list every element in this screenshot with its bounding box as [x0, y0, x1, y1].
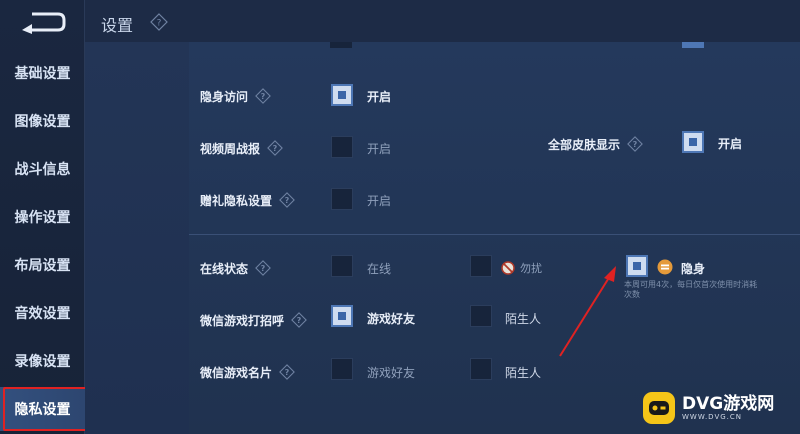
svg-text:?: ?	[285, 196, 290, 205]
svg-text:?: ?	[261, 92, 266, 101]
gift-privacy-option: 开启	[367, 194, 392, 208]
wechat-greeting-friends-radio[interactable]	[331, 305, 353, 327]
sidebar-item-basic[interactable]: 基础设置	[0, 51, 85, 95]
all-skins-row: 全部皮肤显示 ?	[548, 135, 644, 153]
gift-privacy-checkbox[interactable]	[331, 188, 353, 210]
online-status-row: 在线状态 ?	[200, 259, 272, 277]
gift-privacy-row: 赠礼隐私设置 ?	[200, 191, 296, 209]
watermark-text-group: DVG游戏网 WWW.DVG.CN	[682, 395, 774, 421]
header: 设置 ?	[85, 0, 800, 42]
weekly-report-label: 视频周战报	[200, 141, 261, 156]
sidebar-item-label: 战斗信息	[14, 162, 71, 178]
weekly-report-row: 视频周战报 ?	[200, 139, 284, 157]
wechat-card-row: 微信游戏名片 ?	[200, 363, 296, 381]
sidebar-item-label: 音效设置	[14, 306, 71, 322]
wechat-greeting-strangers-option: 陌生人	[505, 312, 542, 326]
wechat-card-friends-option: 游戏好友	[367, 366, 416, 380]
wechat-greeting-label: 微信游戏打招呼	[200, 313, 285, 328]
all-skins-option: 开启	[718, 137, 743, 151]
sidebar-item-audio[interactable]: 音效设置	[0, 291, 85, 335]
online-status-invisible-option: 隐身	[681, 262, 706, 276]
svg-text:?: ?	[273, 144, 278, 153]
sidebar-item-controls[interactable]: 操作设置	[0, 195, 85, 239]
help-icon[interactable]: ?	[278, 363, 296, 381]
sidebar-item-recording[interactable]: 录像设置	[0, 339, 85, 383]
stealth-visit-checkbox[interactable]	[331, 84, 353, 106]
online-status-dnd-option: 勿扰	[520, 262, 542, 275]
online-status-invisible-radio[interactable]	[626, 255, 648, 277]
stealth-visit-row: 隐身访问 ?	[200, 87, 272, 105]
sidebar-item-battle-info[interactable]: 战斗信息	[0, 147, 85, 191]
help-icon[interactable]: ?	[290, 311, 308, 329]
svg-text:?: ?	[285, 368, 290, 377]
invisible-icon	[657, 259, 673, 275]
help-icon[interactable]: ?	[626, 135, 644, 153]
sidebar-item-label: 录像设置	[14, 354, 71, 370]
online-status-label: 在线状态	[200, 261, 249, 276]
gift-privacy-label: 赠礼隐私设置	[200, 193, 273, 208]
help-icon[interactable]: ?	[254, 87, 272, 105]
sidebar-item-label: 操作设置	[14, 210, 71, 226]
online-status-online-option: 在线	[367, 262, 392, 276]
all-skins-label: 全部皮肤显示	[548, 137, 621, 152]
sidebar-item-label: 基础设置	[14, 66, 71, 82]
page-title: 设置	[101, 16, 134, 35]
wechat-greeting-strangers-radio[interactable]	[470, 305, 492, 327]
help-icon[interactable]: ?	[266, 139, 284, 157]
help-icon[interactable]: ?	[278, 191, 296, 209]
watermark-title: DVG游戏网	[682, 394, 775, 414]
wechat-greeting-friends-option: 游戏好友	[367, 312, 416, 326]
help-icon[interactable]: ?	[150, 13, 168, 31]
sidebar-item-label: 图像设置	[14, 114, 71, 130]
watermark: DVG游戏网 WWW.DVG.CN	[642, 386, 792, 430]
wechat-card-friends-radio[interactable]	[331, 358, 353, 380]
back-icon[interactable]	[18, 10, 68, 36]
wechat-greeting-row: 微信游戏打招呼 ?	[200, 311, 308, 329]
svg-text:?: ?	[633, 140, 638, 149]
all-skins-checkbox[interactable]	[682, 131, 704, 153]
invisible-usage-note: 本周可用4次，每日仅首次使用时消耗次数	[624, 280, 758, 299]
online-status-dnd-radio[interactable]	[470, 255, 492, 277]
svg-text:?: ?	[261, 264, 266, 273]
wechat-card-label: 微信游戏名片	[200, 365, 273, 380]
section-divider	[189, 234, 800, 235]
svg-text:?: ?	[157, 19, 162, 29]
help-icon[interactable]: ?	[254, 259, 272, 277]
online-status-online-radio[interactable]	[331, 255, 353, 277]
weekly-report-option: 开启	[367, 142, 392, 156]
wechat-card-strangers-option: 陌生人	[505, 366, 542, 380]
wechat-card-strangers-radio[interactable]	[470, 358, 492, 380]
sidebar: 基础设置 图像设置 战斗信息 操作设置 布局设置 音效设置 录像设置 隐私设置	[0, 0, 85, 434]
watermark-subtitle: WWW.DVG.CN	[682, 413, 743, 421]
sidebar-item-label: 布局设置	[14, 258, 71, 274]
no-entry-icon	[501, 260, 515, 275]
stealth-visit-option: 开启	[367, 90, 392, 104]
watermark-logo-icon	[642, 391, 676, 425]
weekly-report-checkbox[interactable]	[331, 136, 353, 158]
svg-text:?: ?	[297, 316, 302, 325]
settings-panel	[85, 42, 800, 434]
sidebar-item-graphics[interactable]: 图像设置	[0, 99, 85, 143]
scrolled-row	[190, 42, 800, 52]
sidebar-item-layout[interactable]: 布局设置	[0, 243, 85, 287]
stealth-visit-label: 隐身访问	[200, 89, 249, 104]
